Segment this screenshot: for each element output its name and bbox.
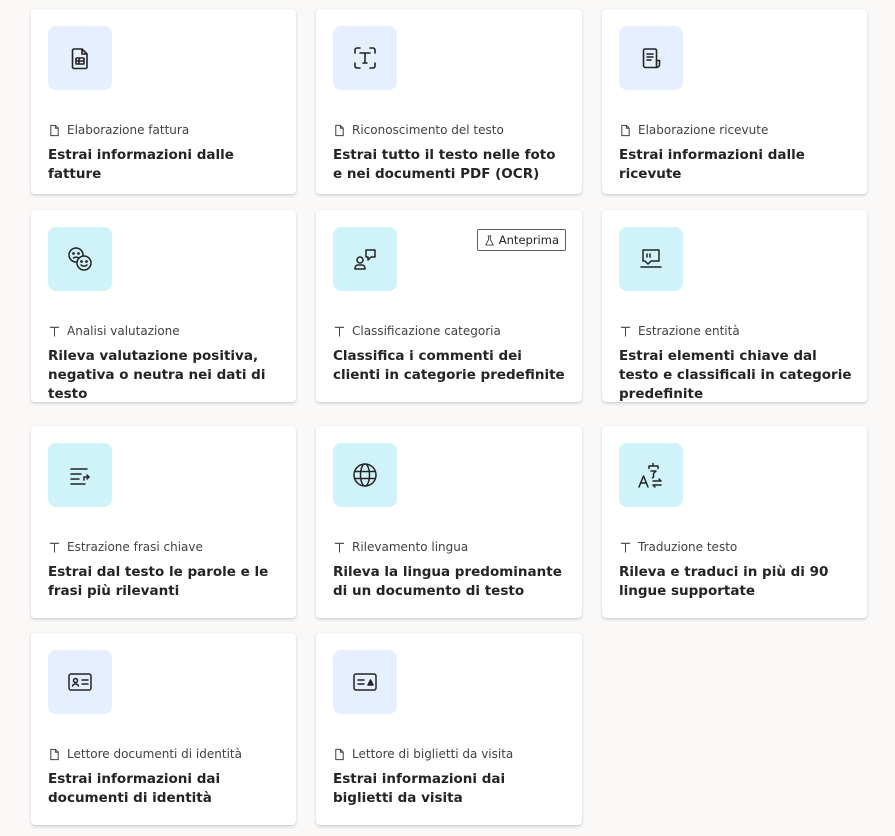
card-description: Rileva valutazione positiva, negativa o … <box>48 348 266 402</box>
card-category-classification[interactable]: Anteprima Classificazione categoria Clas… <box>316 210 582 402</box>
text-icon <box>620 326 631 337</box>
translate-icon <box>619 443 683 507</box>
card-category: Traduzione testo <box>619 540 737 554</box>
document-icon <box>621 124 630 136</box>
card-description: Classifica i commenti dei clienti in cat… <box>333 348 565 383</box>
globe-icon <box>333 443 397 507</box>
card-description: Estrai dal testo le parole e le frasi pi… <box>48 564 269 599</box>
text-icon <box>49 326 60 337</box>
beaker-icon <box>484 234 494 246</box>
text-icon <box>620 542 631 553</box>
sentiment-icon <box>48 227 112 291</box>
card-description: Estrai informazioni dalle fatture <box>48 147 234 182</box>
card-language-detection[interactable]: Rilevamento lingua Rileva la lingua pred… <box>316 426 582 618</box>
card-description: Rileva e traduci in più di 90 lingue sup… <box>619 564 829 599</box>
card-category: Elaborazione fattura <box>48 123 189 137</box>
document-icon <box>335 748 344 760</box>
card-category-label: Rilevamento lingua <box>352 540 469 554</box>
card-description: Estrai informazioni dalle ricevute <box>619 147 805 182</box>
card-category: Analisi valutazione <box>48 324 180 338</box>
card-text-recognition[interactable]: Riconoscimento del testo Estrai tutto il… <box>316 9 582 194</box>
key-phrase-icon <box>48 443 112 507</box>
card-category-label: Traduzione testo <box>638 540 738 554</box>
card-sentiment-analysis[interactable]: Analisi valutazione Rileva valutazione p… <box>31 210 296 402</box>
card-category-label: Lettore documenti di identità <box>67 747 242 761</box>
card-category: Elaborazione ricevute <box>619 123 768 137</box>
card-category: Estrazione frasi chiave <box>48 540 203 554</box>
id-card-icon <box>48 650 112 714</box>
card-category: Riconoscimento del testo <box>333 123 504 137</box>
card-receipt-processing[interactable]: Elaborazione ricevute Estrai informazion… <box>602 9 867 194</box>
card-id-document-reader[interactable]: Lettore documenti di identità Estrai inf… <box>31 633 296 825</box>
document-icon <box>335 124 344 136</box>
card-category-label: Estrazione frasi chiave <box>67 540 203 554</box>
document-icon <box>50 748 59 760</box>
card-category: Lettore di biglietti da visita <box>333 747 513 761</box>
text-icon <box>49 542 60 553</box>
document-icon <box>50 124 59 136</box>
card-category-label: Elaborazione fattura <box>67 123 190 137</box>
receipt-icon <box>619 26 683 90</box>
card-category-label: Analisi valutazione <box>67 324 180 338</box>
preview-badge-label: Anteprima <box>498 233 559 247</box>
entity-extraction-icon <box>619 227 683 291</box>
card-category-label: Estrazione entità <box>638 324 740 338</box>
card-description: Estrai elementi chiave dal testo e class… <box>619 348 852 402</box>
card-description: Estrai informazioni dai biglietti da vis… <box>333 771 506 806</box>
card-category: Classificazione categoria <box>333 324 501 338</box>
invoice-icon <box>48 26 112 90</box>
card-category-label: Lettore di biglietti da visita <box>352 747 514 761</box>
text-scan-icon <box>333 26 397 90</box>
card-category-label: Classificazione categoria <box>352 324 501 338</box>
card-invoice-processing[interactable]: Elaborazione fattura Estrai informazioni… <box>31 9 296 194</box>
text-icon <box>334 326 345 337</box>
text-icon <box>334 542 345 553</box>
card-category: Rilevamento lingua <box>333 540 468 554</box>
card-entity-extraction[interactable]: Estrazione entità Estrai elementi chiave… <box>602 210 867 402</box>
card-category-label: Elaborazione ricevute <box>638 123 769 137</box>
card-description: Estrai tutto il testo nelle foto e nei d… <box>333 147 556 182</box>
business-card-icon <box>333 650 397 714</box>
card-business-card-reader[interactable]: Lettore di biglietti da visita Estrai in… <box>316 633 582 825</box>
card-category-label: Riconoscimento del testo <box>352 123 504 137</box>
card-category: Lettore documenti di identità <box>48 747 242 761</box>
card-text-translation[interactable]: Traduzione testo Rileva e traduci in più… <box>602 426 867 618</box>
card-key-phrase-extraction[interactable]: Estrazione frasi chiave Estrai dal testo… <box>31 426 296 618</box>
preview-badge: Anteprima <box>476 229 566 251</box>
person-feedback-icon <box>333 227 397 291</box>
card-description: Estrai informazioni dai documenti di ide… <box>48 771 221 806</box>
card-category: Estrazione entità <box>619 324 740 338</box>
card-description: Rileva la lingua predominante di un docu… <box>333 564 562 599</box>
